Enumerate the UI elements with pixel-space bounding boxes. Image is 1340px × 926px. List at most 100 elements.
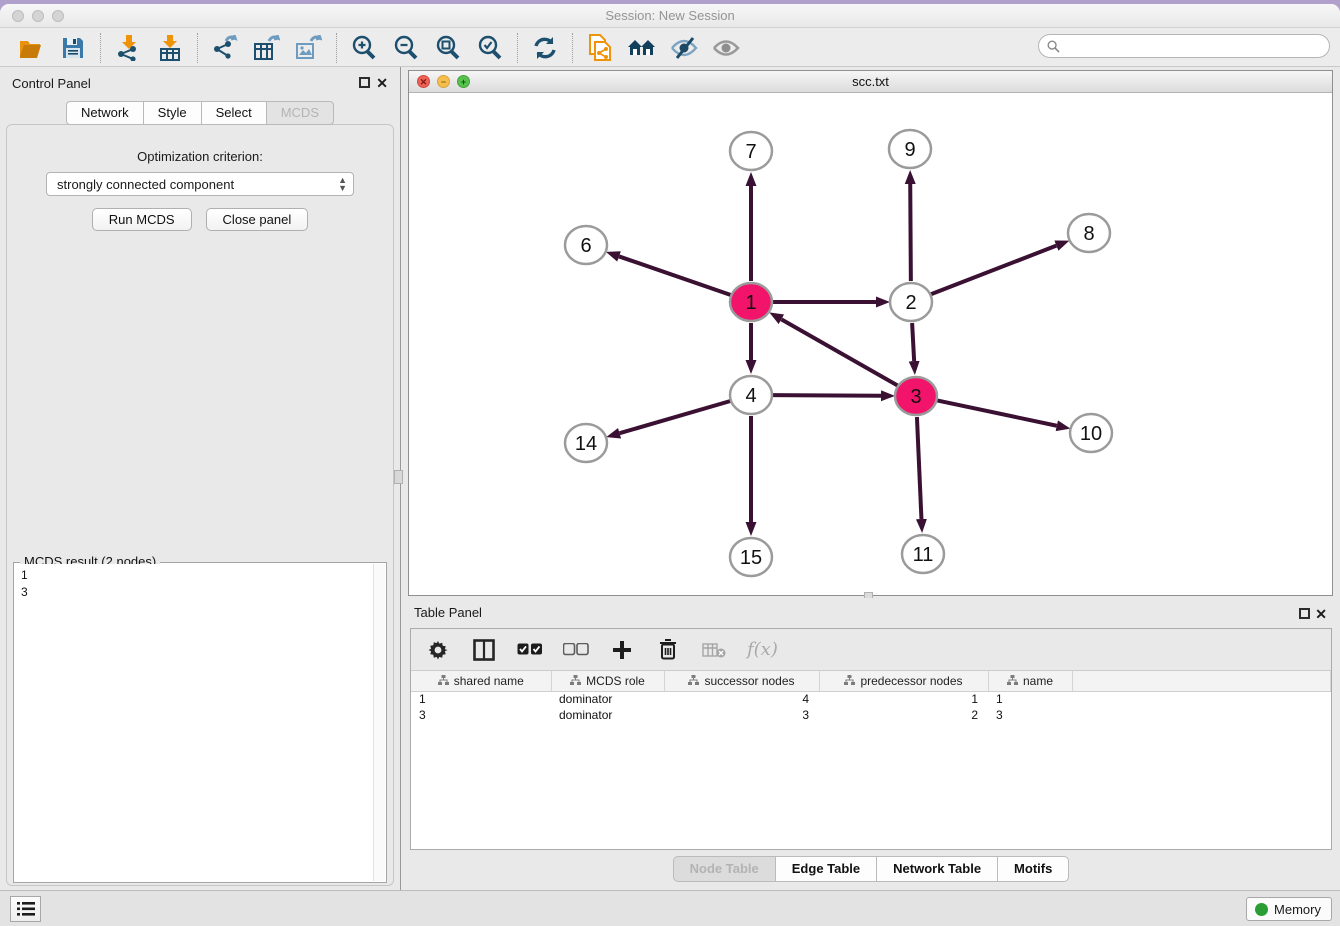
table-cell[interactable]: 4: [664, 691, 819, 707]
table-cell[interactable]: 1: [819, 691, 988, 707]
criterion-dropdown[interactable]: strongly connected component ▲▼: [46, 172, 354, 196]
graph-edge-2-3[interactable]: [912, 323, 914, 361]
open-session-icon[interactable]: [14, 33, 48, 63]
zoom-selected-icon[interactable]: [473, 33, 507, 63]
column-header-name[interactable]: name: [988, 671, 1072, 691]
tab-motifs[interactable]: Motifs: [997, 856, 1069, 882]
graph-edge-3-10[interactable]: [937, 400, 1057, 425]
refresh-icon[interactable]: [528, 33, 562, 63]
delete-table-icon[interactable]: [701, 637, 727, 663]
select-all-icon[interactable]: [517, 637, 543, 663]
session-title: Session: New Session: [0, 8, 1340, 23]
tab-network-table[interactable]: Network Table: [876, 856, 997, 882]
control-panel-tabs: NetworkStyleSelectMCDS: [0, 101, 400, 125]
zoom-in-icon[interactable]: [347, 33, 381, 63]
graph-node-label-6: 6: [580, 235, 591, 257]
memory-button[interactable]: Memory: [1246, 897, 1332, 921]
table-row[interactable]: 3dominator323: [411, 707, 1331, 723]
table-cell[interactable]: 1: [988, 691, 1072, 707]
zoom-fit-icon[interactable]: [431, 33, 465, 63]
sort-hierarchy-icon: [438, 675, 449, 686]
export-table-icon[interactable]: [250, 33, 284, 63]
save-session-icon[interactable]: [56, 33, 90, 63]
graph-node-label-9: 9: [904, 139, 915, 161]
mcds-tab-content: Optimization criterion: strongly connect…: [6, 124, 394, 886]
graph-node-label-11: 11: [913, 544, 934, 566]
tab-edge-table[interactable]: Edge Table: [775, 856, 876, 882]
table-tabs: Node TableEdge TableNetwork TableMotifs: [402, 856, 1340, 882]
show-all-icon[interactable]: [709, 33, 743, 63]
close-panel-icon[interactable]: ✕: [376, 75, 388, 92]
tab-mcds[interactable]: MCDS: [266, 101, 334, 125]
table-row[interactable]: 1dominator411: [411, 691, 1331, 707]
table-cell[interactable]: 3: [988, 707, 1072, 723]
graph-node-label-3: 3: [910, 386, 921, 408]
split-columns-icon[interactable]: [471, 637, 497, 663]
search-input[interactable]: [1064, 39, 1329, 53]
task-history-button[interactable]: [10, 896, 41, 922]
table-cell[interactable]: 2: [819, 707, 988, 723]
graph-edge-2-8[interactable]: [931, 246, 1057, 295]
panel-splitter-grip[interactable]: [394, 470, 403, 484]
float-table-panel-icon[interactable]: [1299, 608, 1310, 619]
memory-status-icon: [1255, 903, 1268, 916]
close-panel-button[interactable]: Close panel: [206, 208, 309, 231]
zoom-out-icon[interactable]: [389, 33, 423, 63]
deselect-all-icon[interactable]: [563, 637, 589, 663]
import-table-icon[interactable]: [153, 33, 187, 63]
graph-edge-3-1[interactable]: [781, 319, 897, 385]
table-toolbar: f(x): [411, 629, 1331, 671]
search-icon: [1047, 40, 1060, 53]
graph-edge-2-9[interactable]: [910, 184, 911, 281]
graph-node-label-15: 15: [740, 547, 762, 569]
column-header-shared-name[interactable]: shared name: [411, 671, 551, 691]
add-column-icon[interactable]: [609, 637, 635, 663]
table-panel-header: Table Panel ✕: [402, 598, 1340, 626]
control-panel-title: Control Panel: [12, 76, 91, 91]
graph-node-label-7: 7: [745, 141, 756, 163]
sort-hierarchy-icon: [1007, 675, 1018, 686]
tab-select[interactable]: Select: [201, 101, 266, 125]
column-header-predecessor-nodes[interactable]: predecessor nodes: [819, 671, 988, 691]
export-image-icon[interactable]: [292, 33, 326, 63]
tab-node-table[interactable]: Node Table: [673, 856, 775, 882]
graph-edge-1-6[interactable]: [619, 256, 731, 295]
table-cell[interactable]: 3: [664, 707, 819, 723]
tab-style[interactable]: Style: [143, 101, 201, 125]
toolbar-separator: [572, 33, 573, 63]
export-network-icon[interactable]: [208, 33, 242, 63]
settings-gear-icon[interactable]: [425, 637, 451, 663]
node-table[interactable]: shared nameMCDS rolesuccessor nodesprede…: [411, 671, 1331, 723]
duplicate-network-icon[interactable]: [583, 33, 617, 63]
hide-selected-icon[interactable]: [667, 33, 701, 63]
table-cell[interactable]: 3: [411, 707, 551, 723]
graph-edge-3-11[interactable]: [917, 417, 922, 519]
column-header-MCDS-role[interactable]: MCDS role: [551, 671, 664, 691]
network-view-window: ✕ − + scc.txt 7968124314101511: [408, 70, 1333, 596]
table-cell[interactable]: dominator: [551, 691, 664, 707]
toolbar-separator: [517, 33, 518, 63]
application-window: Session: New Session: [0, 4, 1340, 926]
search-box[interactable]: [1038, 34, 1330, 58]
first-neighbors-icon[interactable]: [625, 33, 659, 63]
float-panel-icon[interactable]: [359, 77, 370, 88]
mcds-result-text[interactable]: 1 3: [15, 564, 373, 881]
network-canvas[interactable]: 7968124314101511: [409, 93, 1332, 595]
close-table-panel-icon[interactable]: ✕: [1315, 606, 1327, 623]
dropdown-stepper-icon: ▲▼: [338, 176, 347, 192]
table-cell[interactable]: dominator: [551, 707, 664, 723]
graph-node-label-2: 2: [905, 292, 916, 314]
graph-node-label-4: 4: [745, 385, 756, 407]
graph-node-label-10: 10: [1080, 423, 1102, 445]
column-header-successor-nodes[interactable]: successor nodes: [664, 671, 819, 691]
graph-edge-4-14[interactable]: [620, 401, 731, 433]
table-cell[interactable]: 1: [411, 691, 551, 707]
control-panel: Control Panel ✕ NetworkStyleSelectMCDS O…: [0, 67, 401, 890]
run-mcds-button[interactable]: Run MCDS: [92, 208, 192, 231]
import-network-icon[interactable]: [111, 33, 145, 63]
tab-network[interactable]: Network: [66, 101, 143, 125]
criterion-dropdown-value: strongly connected component: [57, 177, 234, 192]
result-scrollbar[interactable]: [373, 564, 385, 881]
graph-edge-4-3[interactable]: [772, 395, 881, 396]
delete-column-icon[interactable]: [655, 637, 681, 663]
